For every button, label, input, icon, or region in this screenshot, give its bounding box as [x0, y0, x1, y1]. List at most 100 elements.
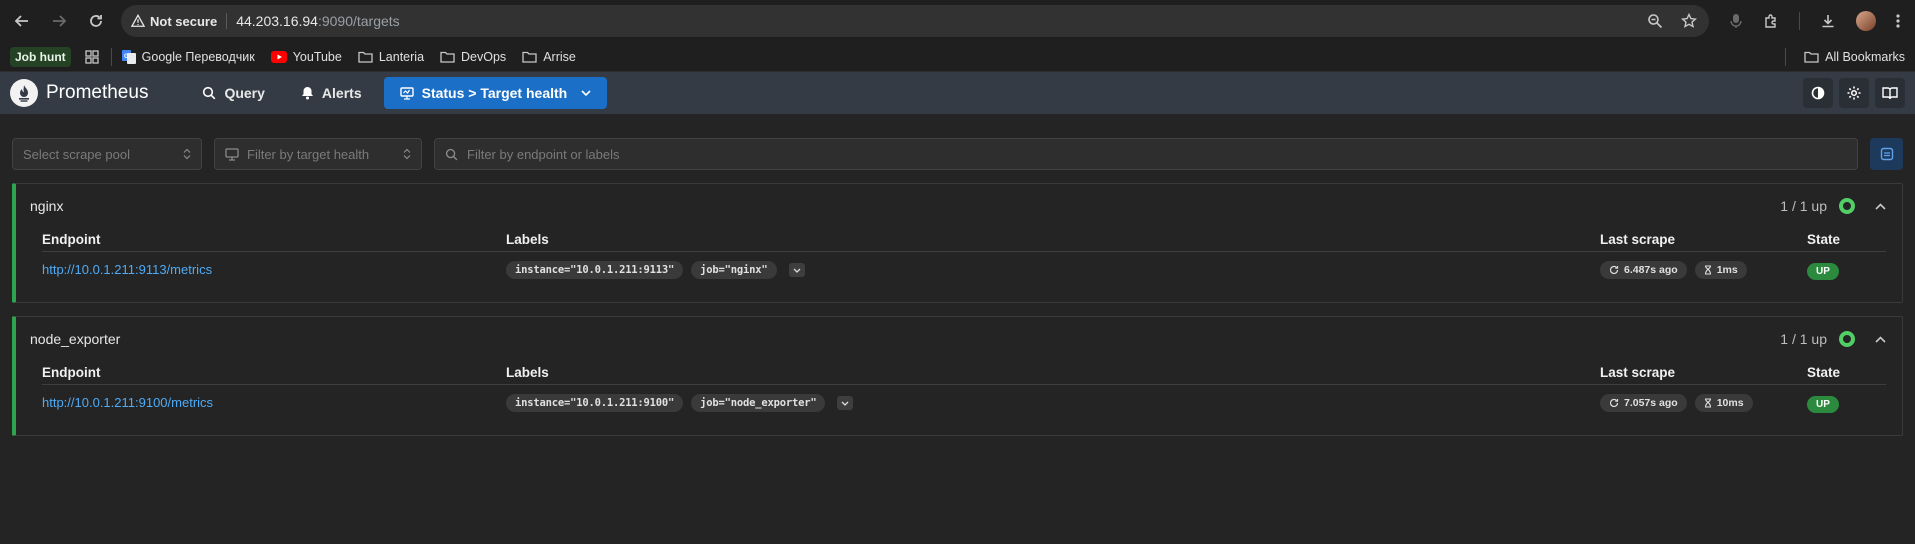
scrape-pool-placeholder: Select scrape pool [23, 146, 130, 162]
table-header: Endpoint Labels Last scrape State [42, 228, 1886, 252]
endpoint-link[interactable]: http://10.0.1.211:9113/metrics [42, 262, 212, 277]
label-badge: job="node_exporter" [691, 394, 826, 412]
reload-button[interactable] [82, 7, 110, 35]
endpoint-link[interactable]: http://10.0.1.211:9100/metrics [42, 395, 213, 410]
nav-alerts-label: Alerts [321, 85, 362, 101]
nav-query[interactable]: Query [188, 77, 278, 109]
youtube-icon [270, 50, 287, 63]
profile-avatar[interactable] [1856, 11, 1876, 31]
star-icon[interactable] [1681, 13, 1697, 29]
forward-button[interactable] [45, 7, 73, 35]
back-button[interactable] [8, 7, 36, 35]
bookmark-job-hunt[interactable]: Job hunt [10, 46, 71, 67]
bookmark-youtube[interactable]: YouTube [270, 50, 342, 64]
col-state: State [1807, 365, 1841, 380]
scrape-duration-badge: 10ms [1694, 394, 1753, 412]
all-bookmarks[interactable]: All Bookmarks [1804, 50, 1905, 64]
scrape-pool-select[interactable]: Select scrape pool [12, 138, 202, 170]
nav-query-label: Query [224, 85, 265, 101]
selector-chevron-icon [183, 148, 191, 160]
all-bookmarks-label: All Bookmarks [1825, 49, 1905, 64]
folder-icon [358, 51, 373, 63]
brand[interactable]: Prometheus [10, 79, 148, 107]
prometheus-logo-icon [10, 79, 38, 107]
bookmark-label: Google Переводчик [141, 49, 255, 64]
settings-button[interactable] [1839, 78, 1869, 108]
state-badge: UP [1807, 262, 1839, 280]
col-state: State [1807, 232, 1841, 247]
pool-up-count: 1 / 1 up [1780, 331, 1827, 347]
last-scrape-value: 7.057s ago [1624, 397, 1678, 409]
search-icon [203, 86, 216, 100]
security-indicator[interactable]: Not secure [131, 14, 217, 29]
download-icon[interactable] [1820, 13, 1836, 29]
endpoint-search-input[interactable]: Filter by endpoint or labels [434, 138, 1858, 170]
warning-icon [131, 14, 145, 27]
monitor-icon [399, 86, 414, 100]
bookmark-label: Lanteria [378, 49, 425, 64]
collapse-icon [1880, 147, 1893, 161]
url-text: 44.203.16.94:9090/targets [236, 13, 399, 29]
divider [1785, 47, 1787, 66]
chevron-down-icon [842, 401, 849, 406]
last-scrape-value: 6.487s ago [1624, 264, 1678, 276]
bookmark-lanteria[interactable]: Lanteria [358, 50, 424, 64]
bookmark-arrise[interactable]: Arrise [522, 50, 576, 64]
divider [226, 13, 228, 29]
reload-icon [90, 15, 102, 27]
health-ring-icon [1839, 331, 1855, 347]
targets-table: Endpoint Labels Last scrape State http:/… [16, 228, 1902, 302]
nav-alerts[interactable]: Alerts [287, 77, 376, 109]
hourglass-icon [1704, 398, 1711, 408]
last-scrape-badge: 6.487s ago [1600, 261, 1687, 279]
chevron-up-icon[interactable] [1875, 202, 1886, 210]
url-host: 44.203.16.94 [236, 13, 318, 29]
chevron-down-icon [793, 268, 800, 273]
scrape-pool-header[interactable]: nginx 1 / 1 up [16, 184, 1902, 228]
address-bar[interactable]: Not secure 44.203.16.94:9090/targets [121, 5, 1709, 37]
expand-labels-button[interactable] [837, 396, 854, 410]
brand-name: Prometheus [46, 82, 149, 103]
collapse-all-button[interactable] [1870, 138, 1903, 170]
scrape-duration-value: 10ms [1716, 397, 1744, 409]
folder-icon [1804, 51, 1819, 63]
theme-toggle-button[interactable] [1803, 78, 1833, 108]
browser-toolbar: Not secure 44.203.16.94:9090/targets [0, 0, 1915, 42]
chevron-up-icon[interactable] [1875, 335, 1886, 343]
bookmark-devops[interactable]: DevOps [440, 50, 506, 64]
chevron-down-icon [581, 90, 591, 96]
nav-status-label: Status > Target health [421, 85, 568, 101]
bookmark-label: DevOps [461, 49, 507, 64]
table-row: http://10.0.1.211:9113/metrics instance=… [42, 252, 1886, 288]
gear-icon [1847, 86, 1861, 100]
col-labels: Labels [506, 365, 549, 380]
scrape-pool-header[interactable]: node_exporter 1 / 1 up [16, 317, 1902, 361]
documentation-button[interactable] [1875, 78, 1905, 108]
targets-table: Endpoint Labels Last scrape State http:/… [16, 361, 1902, 435]
state-badge: UP [1807, 395, 1839, 413]
scrape-duration-value: 1ms [1716, 264, 1738, 276]
bookmark-google-translate[interactable]: G Google Переводчик [121, 49, 255, 64]
book-icon [1882, 87, 1898, 100]
pool-up-count: 1 / 1 up [1780, 198, 1827, 214]
nav-status[interactable]: Status > Target health [383, 77, 608, 109]
hourglass-icon [1704, 265, 1711, 275]
last-scrape-badge: 7.057s ago [1600, 394, 1687, 412]
svg-text:G: G [124, 54, 129, 60]
selector-chevron-icon [403, 148, 411, 160]
label-badge: instance="10.0.1.211:9100" [506, 394, 684, 412]
monitor-icon [225, 147, 239, 161]
bookmark-label: Arrise [543, 49, 576, 64]
zoom-icon[interactable] [1647, 13, 1663, 29]
col-last-scrape: Last scrape [1600, 365, 1676, 380]
apps-grid-icon[interactable] [85, 49, 99, 64]
more-vertical-icon[interactable] [1896, 13, 1900, 29]
target-health-select[interactable]: Filter by target health [214, 138, 422, 170]
bookmarks-bar: Job hunt G Google Переводчик YouTube Lan… [0, 42, 1915, 72]
refresh-icon [1609, 265, 1619, 275]
extensions-icon[interactable] [1763, 13, 1779, 29]
security-label: Not secure [150, 13, 218, 29]
expand-labels-button[interactable] [788, 263, 805, 277]
microphone-icon[interactable] [1729, 13, 1743, 29]
scrape-duration-badge: 1ms [1694, 261, 1747, 279]
